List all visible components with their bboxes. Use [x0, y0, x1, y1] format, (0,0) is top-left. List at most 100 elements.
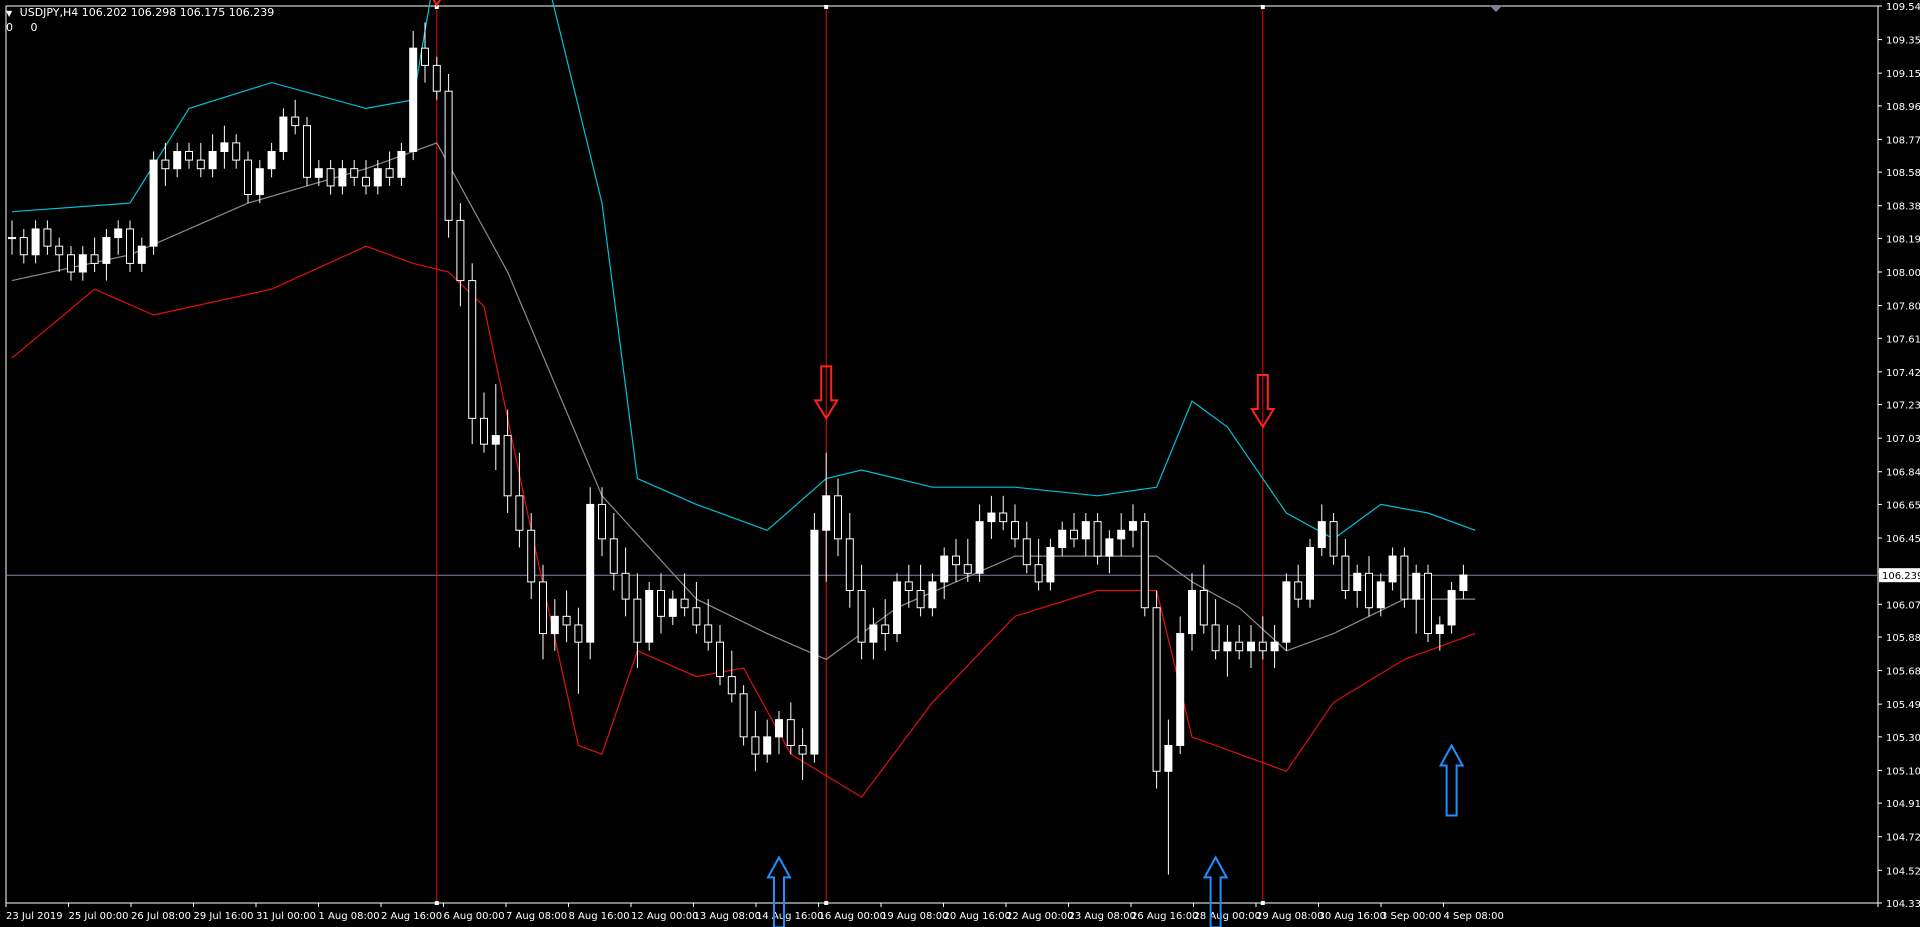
candle-body	[126, 228, 134, 264]
candle-body	[1022, 538, 1031, 566]
collapse-triangle-icon[interactable]: ▼	[6, 9, 12, 18]
bollinger-middle-band	[11, 142, 1476, 661]
price-tick-label: 108.965	[1886, 102, 1920, 113]
candle-body	[881, 624, 890, 635]
price-tick-label: 109.155	[1886, 69, 1920, 80]
candle-body	[1011, 521, 1019, 540]
price-tick-label: 105.105	[1886, 766, 1920, 777]
candle-body	[657, 590, 665, 617]
price-tick-label: 107.615	[1886, 334, 1920, 345]
sub-value: 0	[6, 21, 13, 34]
vertical-line-handle	[434, 901, 439, 905]
chart-window[interactable]: 109.545 109.350 109.155 108.965 108.770 108.5…	[0, 0, 1920, 927]
candle-body	[503, 435, 512, 497]
candle-body	[1341, 555, 1350, 592]
price-tick-label: 107.035	[1886, 434, 1920, 445]
time-tick-label: 3 Sep 00:00	[1381, 911, 1441, 922]
candle-body	[149, 159, 158, 247]
time-tick-label: 26 Aug 16:00	[1131, 911, 1198, 922]
candle-body	[456, 219, 465, 282]
candle-body	[1317, 521, 1326, 548]
time-tick-label: 26 Jul 08:00	[131, 911, 191, 922]
candle-body	[1164, 744, 1173, 772]
candle-body	[1376, 581, 1385, 609]
candle-body	[1306, 546, 1314, 600]
candle-body	[940, 555, 949, 583]
price-tick-label: 108.770	[1886, 135, 1920, 146]
candle-body	[574, 624, 583, 643]
candle-body	[999, 512, 1008, 523]
vertical-line-handle	[824, 5, 829, 9]
candle-body	[421, 47, 429, 66]
candle-body	[739, 693, 748, 738]
time-tick-label: 14 Aug 16:00	[756, 911, 823, 922]
candle-body	[137, 245, 146, 264]
candle-body	[893, 581, 901, 635]
candle-body	[763, 736, 772, 755]
candle-body	[727, 676, 736, 695]
candle-body	[314, 168, 323, 178]
candle-body	[1270, 641, 1279, 652]
time-tick-label: 16 Aug 00:00	[819, 911, 886, 922]
candle-body	[444, 90, 453, 221]
candle-body	[1117, 529, 1126, 540]
price-tick-label: 106.840	[1886, 468, 1920, 479]
price-tick-label: 106.455	[1886, 534, 1920, 545]
price-tick-label: 107.805	[1886, 302, 1920, 313]
candle-body	[1129, 521, 1137, 531]
candle-body	[645, 590, 654, 643]
candle-body	[90, 254, 99, 264]
candle-body	[1459, 574, 1468, 592]
candle-body	[255, 168, 264, 196]
candle-body	[1152, 607, 1161, 772]
bollinger-upper-band	[11, 0, 1476, 540]
candle-body	[480, 417, 488, 445]
candle-body	[928, 581, 937, 609]
candle-body	[987, 512, 996, 523]
candle-body	[19, 237, 28, 256]
time-tick-label: 29 Jul 16:00	[194, 911, 254, 922]
candle-body	[904, 581, 913, 592]
time-tick-label: 23 Aug 08:00	[1069, 911, 1136, 922]
time-tick-label: 13 Aug 08:00	[694, 911, 761, 922]
time-tick-label: 12 Aug 00:00	[631, 911, 698, 922]
candle-body	[775, 719, 783, 738]
candle-body	[598, 503, 606, 540]
candle-body	[1140, 521, 1149, 609]
candle-body	[1199, 590, 1208, 626]
chart-header: ▼ USDJPY,H4 106.202 106.298 106.175 106.…	[6, 6, 274, 35]
candle-body	[338, 168, 347, 187]
price-tick-label: 108.385	[1886, 202, 1920, 213]
candle-body	[1247, 641, 1255, 652]
candle-body	[586, 503, 595, 643]
candle-body	[1435, 624, 1444, 635]
candle-body	[1176, 633, 1185, 746]
candle-body	[952, 555, 960, 566]
time-tick-label: 20 Aug 16:00	[944, 911, 1011, 922]
candle-body	[208, 150, 217, 170]
price-tick-label: 109.350	[1886, 36, 1920, 47]
candle-body	[220, 142, 229, 152]
candle-body	[362, 176, 370, 187]
time-tick-label: 23 Jul 2019	[6, 911, 63, 922]
time-tick-label: 1 Aug 08:00	[319, 911, 380, 922]
vertical-line-handle	[824, 901, 829, 905]
time-tick-label: 28 Aug 00:00	[1194, 911, 1261, 922]
symbol-info: USDJPY,H4	[19, 6, 79, 19]
candle-body	[350, 168, 359, 178]
candle-body	[916, 590, 925, 609]
candle-body	[303, 125, 311, 178]
candle-body	[1388, 555, 1397, 583]
sub-value: 0	[30, 21, 38, 34]
ohlc-values: 106.202 106.298 106.175 106.239	[81, 6, 275, 19]
candle-body	[1105, 538, 1114, 557]
candle-body	[114, 228, 123, 239]
candle-body	[244, 159, 252, 196]
price-chart[interactable]: 109.545 109.350 109.155 108.965 108.770 108.5…	[0, 0, 1920, 927]
price-tick-label: 107.230	[1886, 401, 1920, 412]
price-tick-label: 109.545	[1886, 2, 1920, 13]
vertical-line-handle	[1260, 5, 1265, 9]
price-tick-label: 105.880	[1886, 633, 1920, 644]
candle-body	[1294, 581, 1303, 600]
price-tick-label: 104.525	[1886, 866, 1920, 877]
